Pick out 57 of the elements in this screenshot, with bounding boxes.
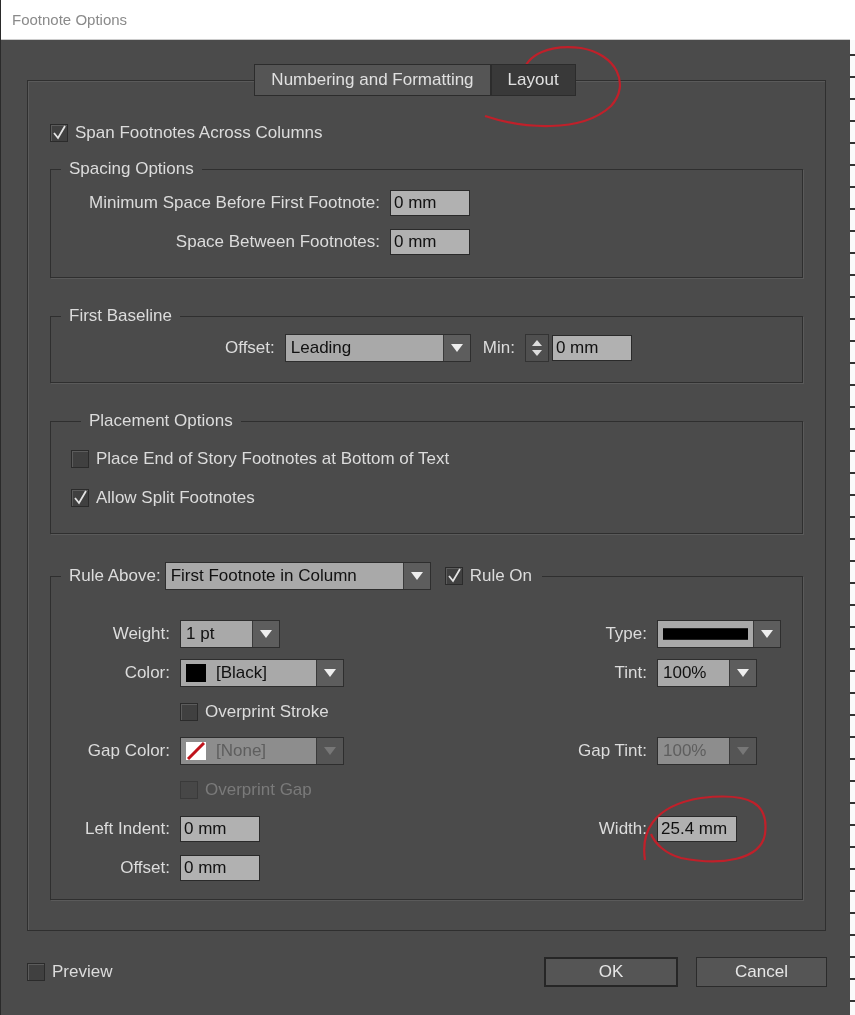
field-label: Offset: [225, 338, 275, 358]
down-arrow-icon [531, 350, 542, 356]
dialog-button[interactable]: Cancel [696, 957, 827, 987]
field-label: Offset: [119, 857, 170, 878]
checkbox[interactable] [50, 124, 68, 142]
field-label: Left Indent: [83, 818, 170, 839]
dropdown-arrow-icon [737, 746, 749, 755]
field-label: Type: [604, 623, 647, 644]
spinner[interactable] [524, 334, 549, 362]
line-type-dropdown[interactable] [657, 619, 781, 648]
dropdown-arrow-icon [260, 629, 272, 638]
checkbox[interactable] [71, 449, 89, 468]
input-field[interactable]: 25.4 mm [657, 815, 737, 842]
checkbox[interactable] [71, 488, 89, 507]
dropdown[interactable]: [Black] [180, 658, 344, 687]
checkbox-label: Rule On [469, 566, 533, 586]
up-arrow-icon [531, 340, 542, 346]
tab[interactable]: Layout [490, 64, 576, 96]
checkbox[interactable] [444, 567, 463, 585]
window-title: Footnote Options [12, 11, 128, 28]
field-label: Minimum Space Before First Footnote: [88, 192, 380, 213]
field-label: Weight: [111, 623, 170, 644]
group-title: First Baseline [68, 306, 173, 326]
dropdown[interactable]: Leading [284, 334, 471, 362]
field-label: Color: [123, 662, 170, 683]
dropdown-arrow-icon [737, 668, 749, 677]
field-label: Rule Above: [69, 566, 161, 586]
checkbox-label: Place End of Story Footnotes at Bottom of Text [96, 448, 450, 469]
dropdown[interactable]: 100% [657, 658, 757, 687]
tab[interactable]: Numbering and Formatting [254, 64, 491, 96]
group-title: Placement Options [88, 411, 234, 431]
group-title: Spacing Options [68, 159, 195, 179]
input-field[interactable]: 0 mm [180, 854, 260, 881]
input-field[interactable]: 0 mm [551, 335, 632, 361]
field-label: Width: [597, 818, 647, 839]
dropdown-arrow-icon [324, 746, 336, 755]
checkbox[interactable] [180, 702, 198, 721]
field-label: Space Between Footnotes: [174, 231, 380, 252]
input-field[interactable]: 0 mm [180, 815, 260, 842]
dropdown-arrow-icon [324, 668, 336, 677]
checkbox-label: Preview [52, 962, 113, 982]
dropdown-arrow-icon [450, 344, 463, 352]
field-label: Gap Color: [86, 740, 170, 761]
dropdown-arrow-icon [761, 629, 773, 638]
input-field[interactable]: 0 mm [390, 228, 470, 255]
dialog-button[interactable]: OK [544, 957, 678, 987]
input-field[interactable]: 0 mm [390, 189, 470, 216]
field-label: Min: [482, 338, 515, 358]
checkbox-label: Span Footnotes Across Columns [75, 123, 323, 143]
field-label: Gap Tint: [577, 740, 647, 761]
checkbox[interactable] [27, 963, 45, 981]
dropdown-arrow-icon [410, 572, 423, 580]
checkbox-label: Overprint Stroke [205, 701, 329, 722]
dropdown[interactable]: First Footnote in Column [164, 562, 431, 590]
checkbox-label: Allow Split Footnotes [96, 487, 255, 508]
field-label: Tint: [613, 662, 647, 683]
dropdown[interactable]: 1 pt [180, 619, 280, 648]
